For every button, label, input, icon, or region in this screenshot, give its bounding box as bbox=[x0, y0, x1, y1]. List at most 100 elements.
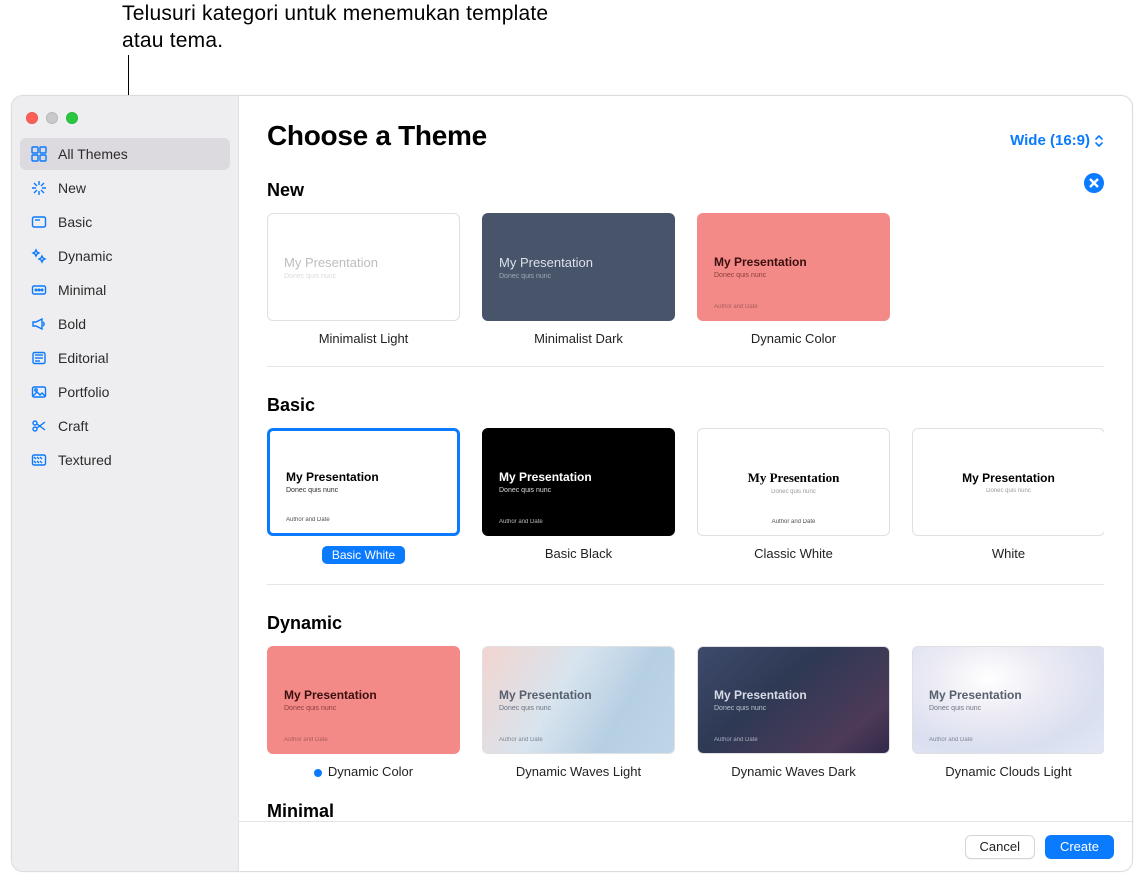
theme-label: Basic Black bbox=[482, 546, 675, 561]
sidebar-item-label: Textured bbox=[58, 452, 112, 468]
theme-thumbnail[interactable]: My Presentation Donec quis nunc Author a… bbox=[267, 428, 460, 536]
main-pane: Choose a Theme Wide (16:9) New bbox=[239, 96, 1132, 871]
close-window-button[interactable] bbox=[26, 112, 38, 124]
window-controls bbox=[12, 106, 238, 138]
theme-tile: My Presentation Donec quis nunc Minimali… bbox=[482, 213, 675, 346]
preview-footnote: Author and Date bbox=[714, 737, 758, 743]
preview-subtitle: Donec quis nunc bbox=[499, 705, 658, 712]
theme-tile: My Presentation Donec quis nunc Author a… bbox=[912, 646, 1104, 779]
sidebar-item-craft[interactable]: Craft bbox=[20, 410, 230, 442]
grid-icon bbox=[30, 145, 48, 163]
preview-subtitle: Donec quis nunc bbox=[714, 489, 873, 495]
preview-title: My Presentation bbox=[714, 255, 873, 269]
theme-thumbnail[interactable]: My Presentation Donec quis nunc Author a… bbox=[912, 646, 1104, 754]
megaphone-icon bbox=[30, 315, 48, 333]
theme-tile: My Presentation Donec quis nunc Author a… bbox=[697, 428, 890, 564]
preview-title: My Presentation bbox=[284, 255, 443, 270]
theme-thumbnail[interactable]: My Presentation Donec quis nunc bbox=[482, 213, 675, 321]
theme-thumbnail[interactable]: My Presentation Donec quis nunc Author a… bbox=[697, 646, 890, 754]
preview-footnote: Author and Date bbox=[698, 519, 889, 525]
sidebar-list: All Themes New Basic bbox=[12, 138, 238, 476]
theme-thumbnail[interactable]: My Presentation Donec quis nunc Author a… bbox=[697, 213, 890, 321]
zoom-window-button[interactable] bbox=[66, 112, 78, 124]
dots-icon bbox=[30, 281, 48, 299]
theme-label: Classic White bbox=[697, 546, 890, 561]
slide-icon bbox=[30, 213, 48, 231]
sidebar-item-new[interactable]: New bbox=[20, 172, 230, 204]
theme-thumbnail[interactable]: My Presentation Donec quis nunc Author a… bbox=[482, 428, 675, 536]
theme-label: Minimalist Light bbox=[267, 331, 460, 346]
news-icon bbox=[30, 349, 48, 367]
minimize-window-button[interactable] bbox=[46, 112, 58, 124]
dismiss-section-button[interactable] bbox=[1084, 173, 1104, 193]
theme-row-dynamic: My Presentation Donec quis nunc Author a… bbox=[267, 646, 1104, 779]
sidebar-item-label: Bold bbox=[58, 316, 86, 332]
theme-row-basic: My Presentation Donec quis nunc Author a… bbox=[267, 428, 1104, 564]
cancel-button[interactable]: Cancel bbox=[965, 835, 1035, 859]
preview-footnote: Author and Date bbox=[929, 737, 973, 743]
theme-thumbnail[interactable]: My Presentation Donec quis nunc Author a… bbox=[697, 428, 890, 536]
sidebar-item-minimal[interactable]: Minimal bbox=[20, 274, 230, 306]
sidebar-item-label: Dynamic bbox=[58, 248, 112, 264]
section-title-minimal: Minimal bbox=[267, 801, 1104, 821]
aspect-ratio-dropdown[interactable]: Wide (16:9) bbox=[1010, 132, 1104, 149]
theme-label: Dynamic Waves Light bbox=[482, 764, 675, 779]
scissors-icon bbox=[30, 417, 48, 435]
sidebar-item-label: All Themes bbox=[58, 146, 128, 162]
theme-label: White bbox=[912, 546, 1104, 561]
theme-thumbnail[interactable]: My Presentation Donec quis nunc bbox=[912, 428, 1104, 536]
sidebar-item-label: Minimal bbox=[58, 282, 106, 298]
preview-subtitle: Donec quis nunc bbox=[929, 488, 1088, 494]
sidebar-item-portfolio[interactable]: Portfolio bbox=[20, 376, 230, 408]
sidebar-item-editorial[interactable]: Editorial bbox=[20, 342, 230, 374]
preview-title: My Presentation bbox=[499, 255, 658, 270]
callout-text: Telusuri kategori untuk menemukan templa… bbox=[122, 0, 562, 55]
theme-thumbnail[interactable]: My Presentation Donec quis nunc bbox=[267, 213, 460, 321]
sidebar-item-basic[interactable]: Basic bbox=[20, 206, 230, 238]
sidebar-item-bold[interactable]: Bold bbox=[20, 308, 230, 340]
preview-subtitle: Donec quis nunc bbox=[499, 487, 658, 494]
sidebar-item-dynamic[interactable]: Dynamic bbox=[20, 240, 230, 272]
preview-title: My Presentation bbox=[284, 688, 443, 702]
preview-subtitle: Donec quis nunc bbox=[284, 273, 443, 280]
theme-label: Dynamic Clouds Light bbox=[912, 764, 1104, 779]
section-title-dynamic: Dynamic bbox=[267, 613, 1104, 634]
preview-title: My Presentation bbox=[499, 688, 658, 702]
sidebar-item-label: Editorial bbox=[58, 350, 109, 366]
theme-tile: My Presentation Donec quis nunc Author a… bbox=[482, 646, 675, 779]
preview-title: My Presentation bbox=[929, 471, 1088, 485]
live-indicator-icon bbox=[314, 769, 322, 777]
preview-subtitle: Donec quis nunc bbox=[714, 272, 873, 279]
sidebar-item-label: Portfolio bbox=[58, 384, 109, 400]
aspect-ratio-label: Wide (16:9) bbox=[1010, 132, 1090, 149]
theme-label: Dynamic Color bbox=[267, 764, 460, 779]
preview-title: My Presentation bbox=[929, 688, 1088, 702]
preview-title: My Presentation bbox=[499, 470, 658, 484]
sidebar-item-label: New bbox=[58, 180, 86, 196]
sparkle-icon bbox=[30, 179, 48, 197]
theme-label: Dynamic Color bbox=[697, 331, 890, 346]
preview-subtitle: Donec quis nunc bbox=[499, 273, 658, 280]
preview-footnote: Author and Date bbox=[286, 517, 330, 523]
theme-thumbnail[interactable]: My Presentation Donec quis nunc Author a… bbox=[482, 646, 675, 754]
preview-footnote: Author and Date bbox=[499, 737, 543, 743]
section-divider bbox=[267, 366, 1104, 367]
theme-tile: My Presentation Donec quis nunc Author a… bbox=[267, 646, 460, 779]
preview-subtitle: Donec quis nunc bbox=[929, 705, 1088, 712]
theme-tile: My Presentation Donec quis nunc Author a… bbox=[697, 213, 890, 346]
theme-thumbnail[interactable]: My Presentation Donec quis nunc Author a… bbox=[267, 646, 460, 754]
sidebar-item-label: Basic bbox=[58, 214, 92, 230]
theme-tile: My Presentation Donec quis nunc Minimali… bbox=[267, 213, 460, 346]
theme-row-new: My Presentation Donec quis nunc Minimali… bbox=[267, 213, 1104, 346]
image-icon bbox=[30, 383, 48, 401]
preview-title: My Presentation bbox=[714, 688, 873, 702]
create-button[interactable]: Create bbox=[1045, 835, 1114, 859]
page-title: Choose a Theme bbox=[267, 120, 487, 152]
sidebar-item-label: Craft bbox=[58, 418, 88, 434]
preview-title: My Presentation bbox=[286, 470, 441, 484]
theme-tile: My Presentation Donec quis nunc Author a… bbox=[482, 428, 675, 564]
footer-bar: Cancel Create bbox=[239, 821, 1132, 871]
sidebar-item-textured[interactable]: Textured bbox=[20, 444, 230, 476]
sidebar-item-all-themes[interactable]: All Themes bbox=[20, 138, 230, 170]
chevron-updown-icon bbox=[1094, 133, 1104, 149]
